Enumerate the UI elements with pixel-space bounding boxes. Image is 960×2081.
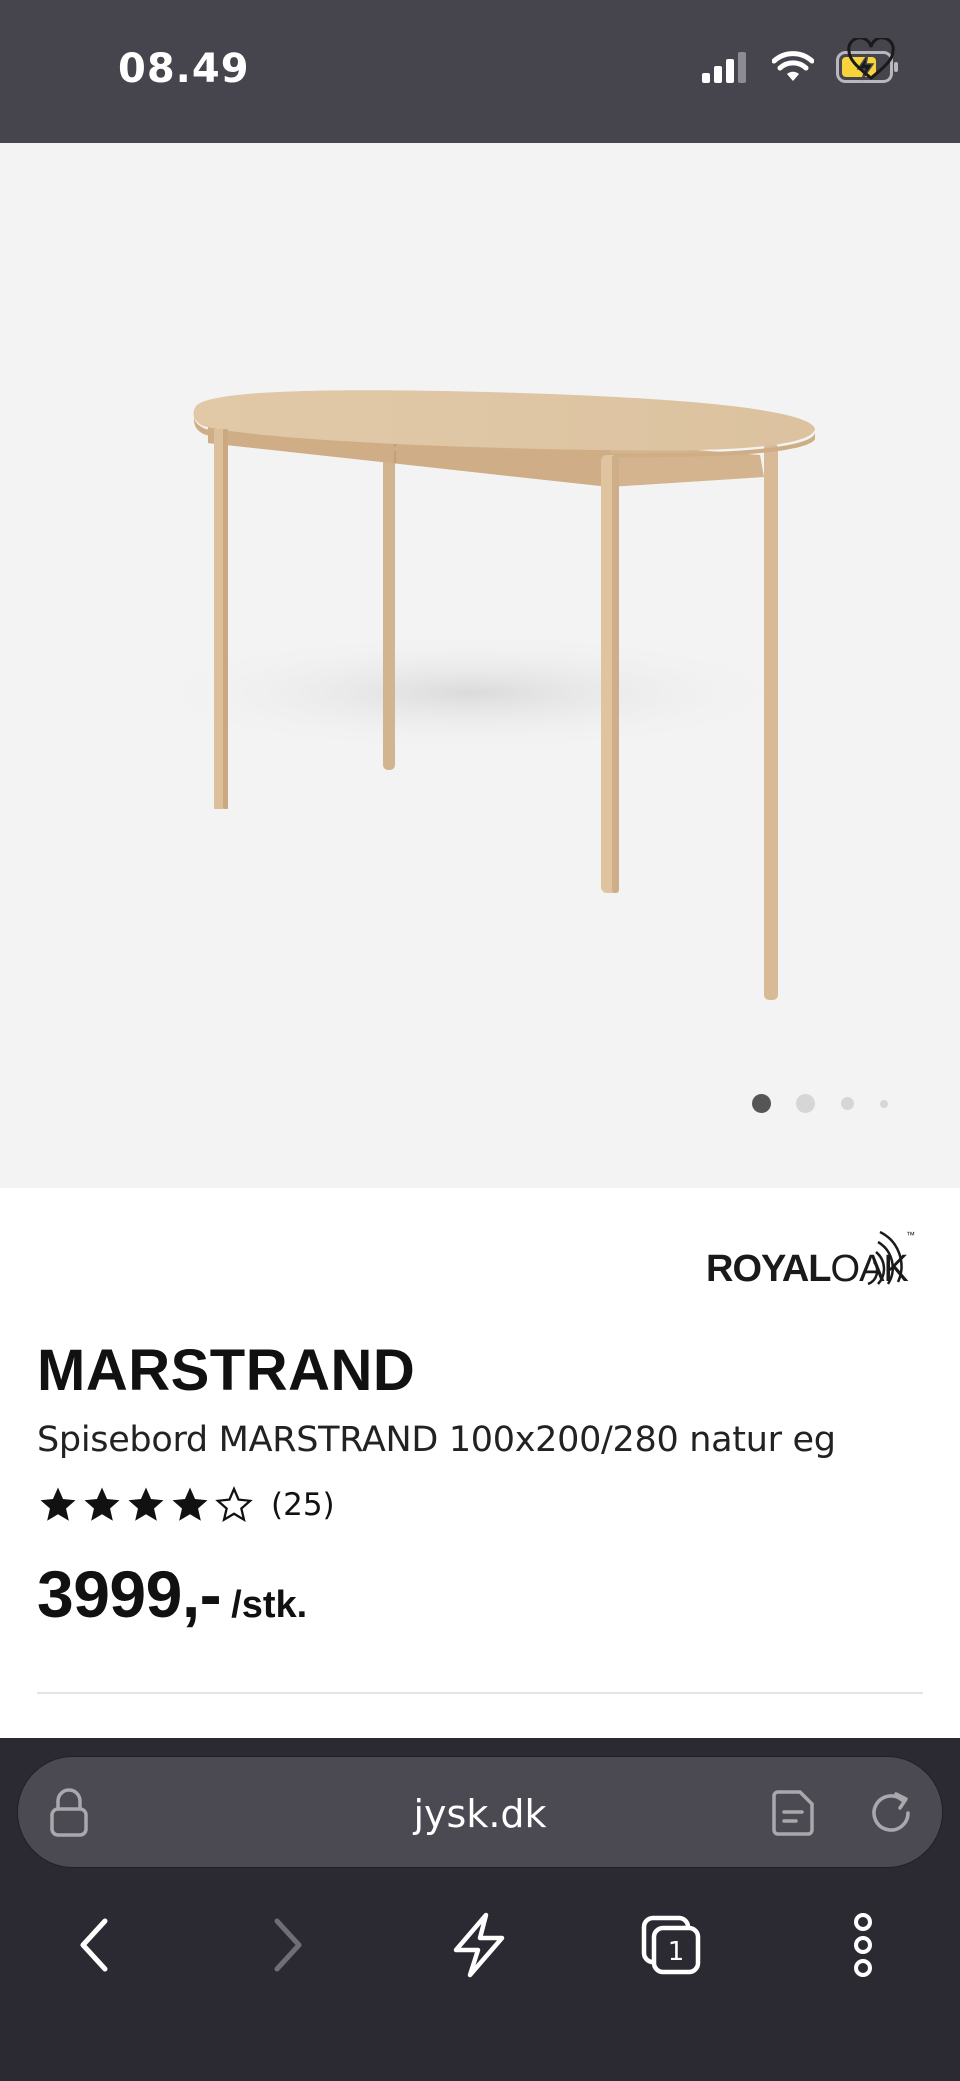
menu-button[interactable] (818, 1900, 908, 1990)
star-filled-icon (172, 1487, 208, 1521)
forward-button[interactable] (242, 1900, 332, 1990)
product-image (140, 390, 816, 1000)
price-unit: /stk. (231, 1584, 308, 1626)
browser-nav-bar: 1 (0, 1900, 960, 1990)
star-filled-icon (84, 1487, 120, 1521)
tabs-icon: 1 (641, 1915, 701, 1975)
chevron-right-icon (274, 1918, 302, 1972)
product-rating[interactable]: (25) (37, 1484, 335, 1526)
price-amount: 3999,- (37, 1557, 222, 1631)
reload-icon[interactable] (866, 1788, 916, 1842)
gallery-dot-4[interactable] (880, 1100, 888, 1108)
more-vertical-icon (854, 1913, 872, 1977)
status-bar: 08.49 (0, 0, 960, 143)
divider (37, 1692, 923, 1694)
wifi-icon (772, 51, 814, 83)
brand-trademark: ™ (906, 1230, 915, 1240)
chevron-left-icon (80, 1918, 108, 1972)
rating-stars (37, 1484, 255, 1526)
back-button[interactable] (50, 1900, 140, 1990)
star-empty-icon (215, 1485, 253, 1523)
product-price: 3999,-/stk. (37, 1556, 307, 1632)
lightning-icon (453, 1912, 505, 1978)
product-title: MARSTRAND (37, 1338, 416, 1403)
signal-icon (702, 51, 750, 83)
star-filled-icon (40, 1487, 76, 1521)
product-image-gallery[interactable] (0, 143, 960, 1188)
gallery-dot-1[interactable] (752, 1094, 771, 1113)
product-page: 08.49 ROYALOAK ™ MARSTRAND Spisebord MAR… (0, 0, 960, 2081)
tabs-button[interactable]: 1 (626, 1900, 716, 1990)
brand-arcs-icon: ™ (862, 1226, 922, 1292)
gallery-dot-3[interactable] (841, 1097, 854, 1110)
star-filled-icon (128, 1487, 164, 1521)
gallery-dot-2[interactable] (796, 1094, 815, 1113)
quick-actions-button[interactable] (434, 1900, 524, 1990)
heart-outline-icon (846, 36, 896, 86)
tab-count: 1 (668, 1937, 685, 1967)
reader-mode-icon[interactable] (770, 1788, 818, 1842)
product-subtitle: Spisebord MARSTRAND 100x200/280 natur eg (37, 1420, 836, 1460)
brand-name-part1: ROYAL (706, 1248, 832, 1290)
status-time: 08.49 (118, 46, 250, 92)
rating-count: (25) (271, 1487, 335, 1523)
